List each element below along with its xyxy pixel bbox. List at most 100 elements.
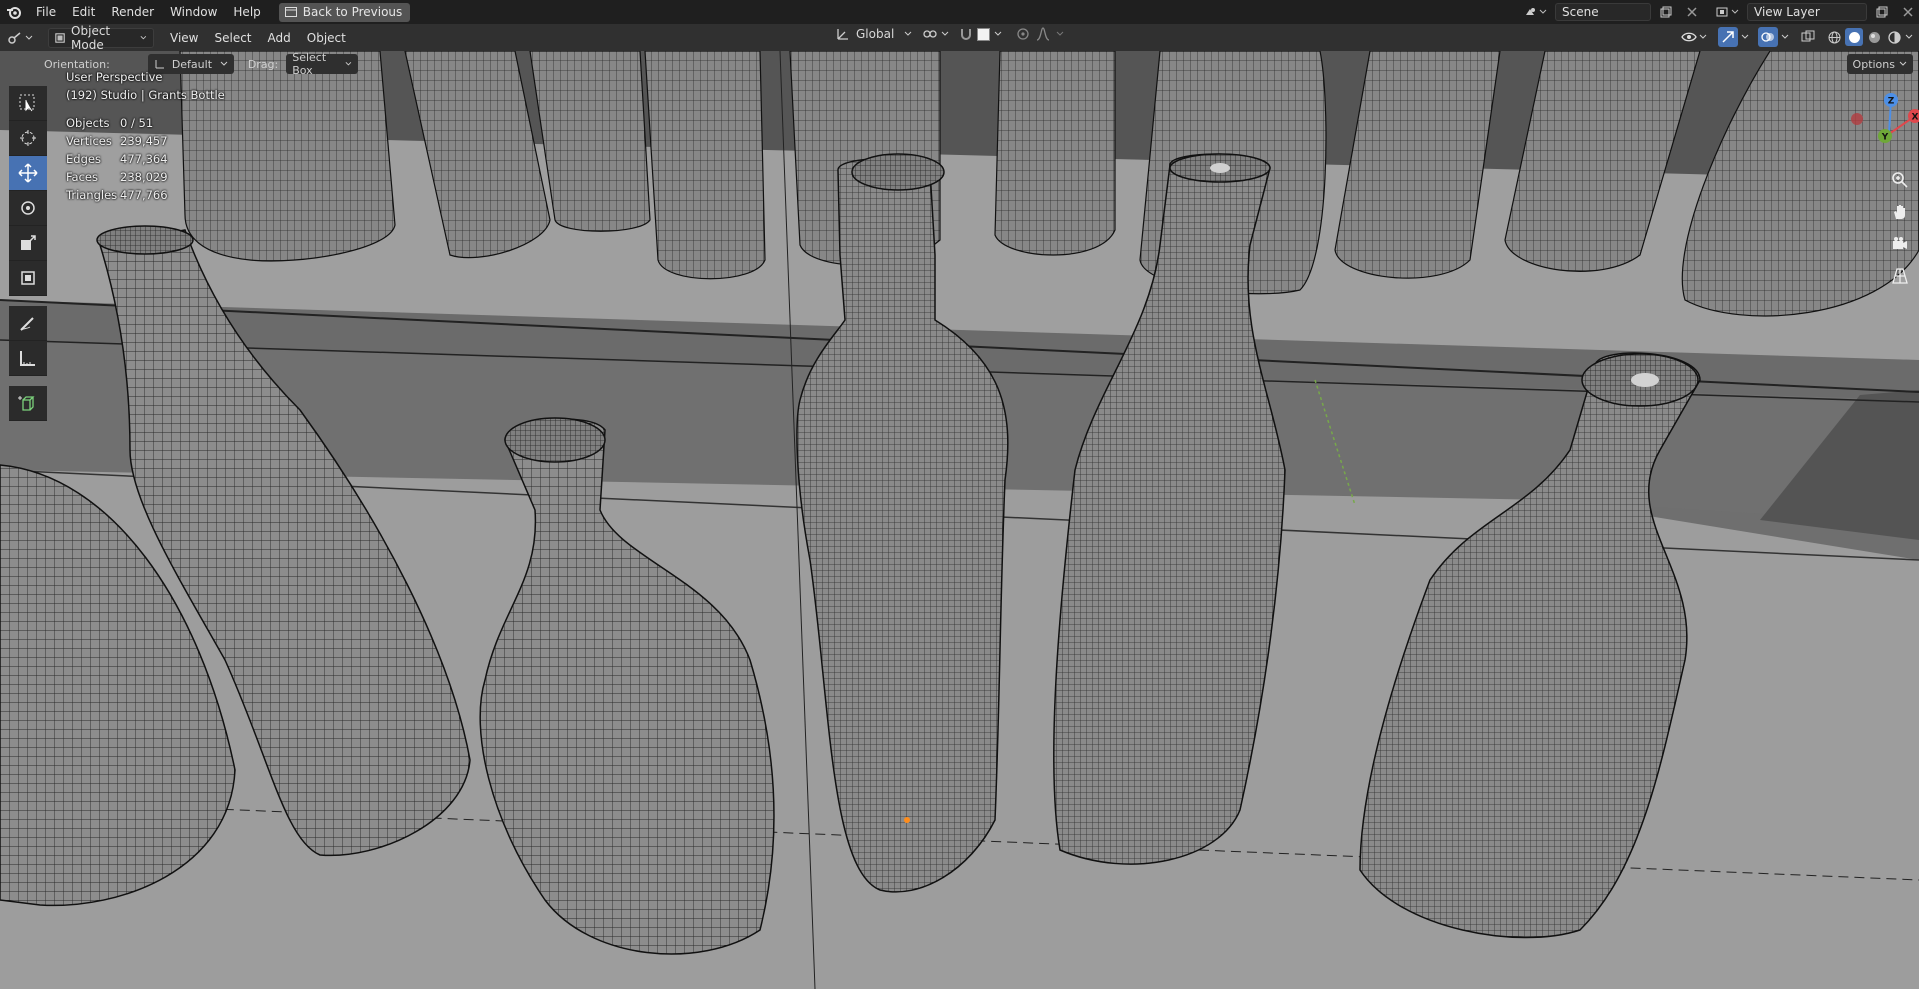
pivot-dropdown[interactable] [922,27,949,41]
shading-buttons [1825,28,1913,46]
scale-tool[interactable] [9,226,47,261]
stat-value: 239,457 [120,134,168,148]
chevron-down-icon [1899,61,1907,66]
new-scene-icon[interactable] [1655,3,1677,21]
menu-file[interactable]: File [28,0,64,24]
transform-tool[interactable] [9,261,47,296]
zoom-button[interactable] [1887,167,1913,193]
cursor-icon [20,130,36,146]
blender-logo-icon[interactable] [0,0,28,24]
chevron-down-icon [994,31,1002,36]
cursor-tool[interactable] [9,121,47,156]
transform-controls: Global [836,27,1064,41]
chevron-down-icon [220,61,228,66]
object-mode-icon [55,32,65,43]
delete-scene-icon[interactable] [1681,3,1703,21]
camera-view-button[interactable] [1887,231,1913,257]
camera-icon [1893,237,1907,249]
move-tool[interactable] [9,156,47,191]
toggle-ortho-button[interactable] [1887,263,1913,289]
chevron-down-icon [904,31,912,36]
chevron-down-icon[interactable] [1905,34,1913,40]
menu-object[interactable]: Object [299,31,354,45]
menu-select[interactable]: Select [206,31,259,45]
rendered-shading-button[interactable] [1885,28,1903,46]
stat-value: 477,766 [120,188,168,202]
chevron-down-icon [345,62,352,66]
snap-target-swatch [977,27,990,41]
3d-viewport-icon [8,31,21,44]
annotate-tool[interactable] [9,306,47,341]
stat-value: 0 / 51 [120,116,154,130]
wireframe-shading-button[interactable] [1825,28,1843,46]
scene-statistics: Objects 0 / 51 Vertices 239,457 Edges 477,3… [66,114,225,204]
menu-view[interactable]: View [162,31,206,45]
stat-value: 477,364 [120,152,168,166]
hand-icon [1894,205,1905,219]
gizmo-toggle-button[interactable] [1718,27,1738,47]
chevron-down-icon [941,31,949,36]
view-layer-icon[interactable] [1713,3,1743,21]
viewport-info-overlay: User Perspective (192) Studio | Grants B… [66,68,225,204]
editor-type-selector[interactable] [0,31,40,45]
add-cube-tool[interactable] [9,386,47,421]
xray-toggle-button[interactable] [1798,27,1818,47]
stat-row: Triangles 477,766 [66,186,225,204]
proportional-edit-icon [1017,28,1029,40]
stat-label: Triangles [66,188,118,202]
pan-button[interactable] [1887,199,1913,225]
options-dropdown[interactable]: Options [1846,54,1913,74]
orientation-dropdown[interactable]: Global [836,27,912,41]
snap-controls[interactable] [959,27,1002,41]
stat-row: Objects 0 / 51 [66,114,225,132]
drag-setting-dropdown[interactable]: Select Box [286,51,359,77]
axis-neg-x-handle[interactable] [1851,113,1863,125]
viewport-menus: View Select Add Object [162,31,354,45]
menu-edit[interactable]: Edit [64,0,103,24]
chevron-down-icon [1699,34,1707,39]
scene-type-icon[interactable] [1521,3,1551,21]
stat-label: Vertices [66,134,112,148]
chevron-down-icon[interactable] [1781,34,1789,40]
new-view-layer-icon[interactable] [1871,3,1893,21]
view-layer-name: View Layer [1754,5,1820,19]
magnet-icon [961,29,971,40]
measure-tool[interactable] [9,341,47,376]
menu-add[interactable]: Add [260,31,299,45]
zoom-icon [1892,172,1908,188]
chevron-down-icon [25,35,33,40]
mode-label: Object Mode [71,23,111,52]
menu-window[interactable]: Window [162,0,225,24]
delete-view-layer-icon[interactable] [1897,3,1919,21]
ruler-icon [20,351,35,366]
main-menu: File Edit Render Window Help [28,0,269,24]
wireframe-sphere-icon [1828,31,1840,43]
solid-shading-button[interactable] [1845,28,1863,46]
3d-viewport[interactable]: Orientation: Default Drag: Select Box Op… [0,51,1919,989]
back-to-previous-button[interactable]: Back to Previous [278,2,411,22]
back-to-previous-label: Back to Previous [302,5,403,19]
rotate-tool[interactable] [9,191,47,226]
move-icon [18,163,38,183]
material-shading-button[interactable] [1865,28,1883,46]
rotate-icon [21,201,35,215]
select-box-tool[interactable] [9,86,47,121]
select-box-icon [19,94,35,112]
collection-label: (192) Studio | Grants Bottle [66,88,225,102]
scale-icon [21,235,36,250]
menu-help[interactable]: Help [225,0,268,24]
scene-name-field[interactable]: Scene [1555,3,1651,21]
chevron-down-icon[interactable] [1741,34,1749,40]
mode-dropdown[interactable]: Object Mode [48,24,154,52]
window-icon [284,7,297,17]
viewport-header: Object Mode View Select Add Object Globa… [0,24,1919,52]
overlay-toggle-button[interactable] [1758,27,1778,47]
scene-render [0,51,1919,989]
stat-label: Edges [66,152,101,166]
visibility-dropdown[interactable] [1681,31,1715,43]
proportional-edit-controls[interactable] [1016,27,1064,41]
navigation-gizmo[interactable]: Z X Y [1839,86,1919,176]
orientation-label: Global [856,27,895,41]
view-layer-field[interactable]: View Layer [1747,3,1867,21]
menu-render[interactable]: Render [103,0,162,24]
